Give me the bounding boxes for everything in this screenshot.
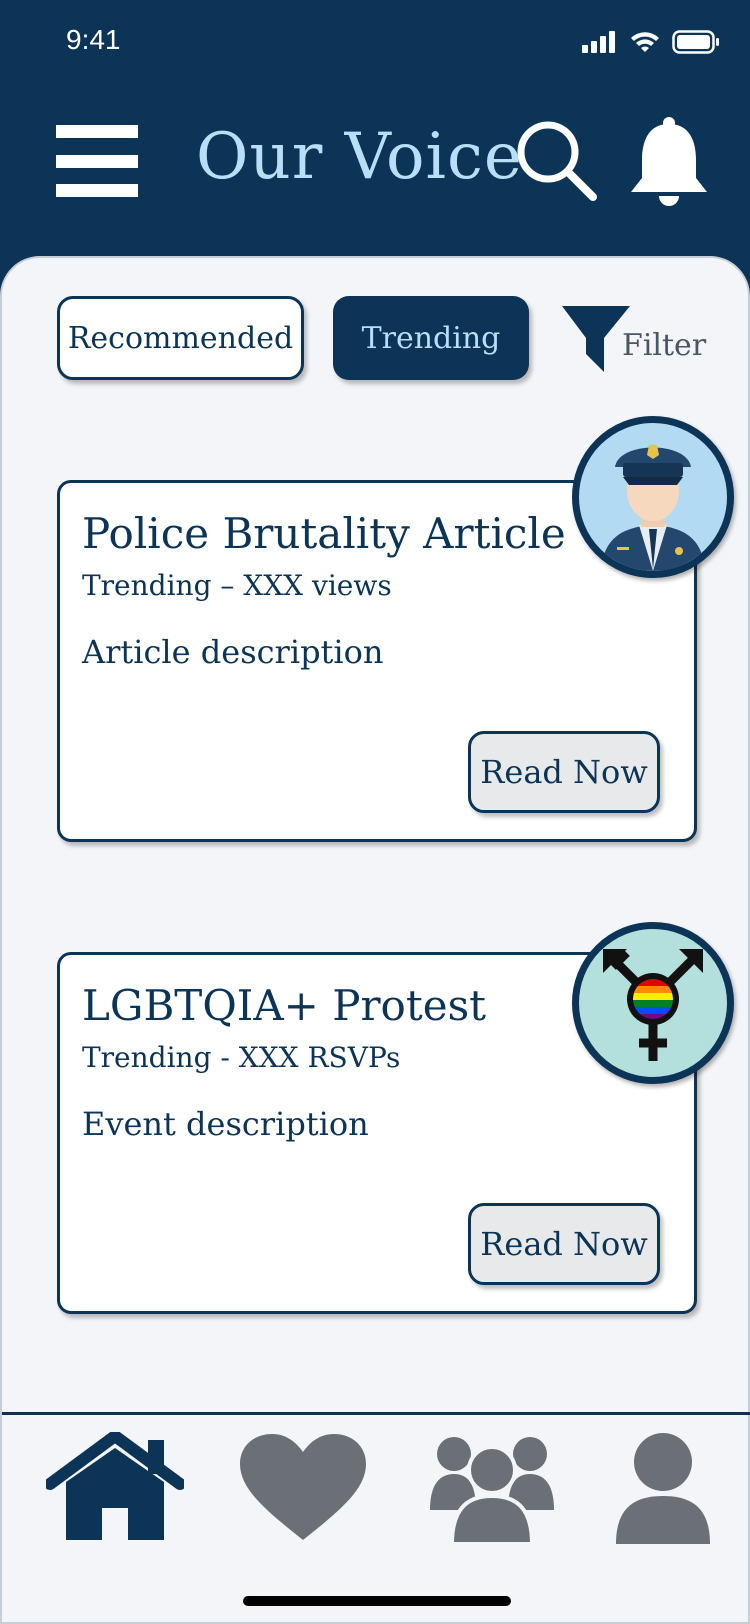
home-indicator [243, 1596, 511, 1606]
card-title: Police Brutality Article [82, 509, 566, 558]
filter-icon [562, 306, 630, 372]
signal-icon [582, 31, 615, 53]
filter-label: Filter [622, 328, 707, 363]
home-icon[interactable] [46, 1432, 184, 1544]
content-panel: Recommended Trending Filter Police Bruta… [0, 256, 750, 1624]
read-now-button[interactable]: Read Now [468, 731, 660, 813]
card-description: Event description [82, 1105, 369, 1143]
status-time: 9:41 [66, 24, 121, 55]
card-description: Article description [82, 633, 384, 671]
search-icon[interactable] [516, 120, 598, 202]
profile-icon[interactable] [614, 1432, 712, 1544]
heart-icon[interactable] [238, 1432, 368, 1544]
card-title: LGBTQIA+ Protest [82, 981, 487, 1030]
community-icon[interactable] [430, 1432, 554, 1544]
app-title: Our Voice [196, 120, 523, 194]
battery-icon [672, 30, 719, 54]
status-icons [582, 30, 720, 54]
police-officer-icon [572, 416, 734, 578]
filter-button[interactable]: Filter [560, 302, 706, 374]
transgender-pride-icon [572, 922, 734, 1084]
status-bar: 9:41 [0, 0, 750, 90]
card-meta: Trending – XXX views [82, 569, 392, 602]
card-meta: Trending - XXX RSVPs [82, 1041, 401, 1074]
tab-recommended[interactable]: Recommended [57, 296, 304, 380]
bell-icon[interactable] [626, 116, 712, 208]
bottom-nav-divider [2, 1412, 750, 1415]
wifi-icon [631, 32, 659, 52]
menu-icon[interactable] [56, 125, 138, 197]
app-header: Our Voice [0, 90, 750, 260]
read-now-button[interactable]: Read Now [468, 1203, 660, 1285]
tab-trending[interactable]: Trending [333, 296, 529, 380]
